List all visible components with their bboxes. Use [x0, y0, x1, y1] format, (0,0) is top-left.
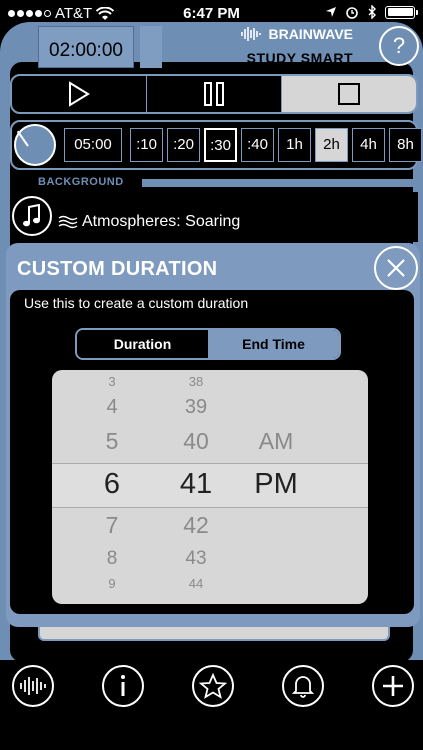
picker-value: AM: [258, 428, 294, 454]
header-spacer: [140, 26, 162, 68]
duration-option[interactable]: :40: [241, 128, 274, 162]
location-icon: [326, 7, 336, 17]
background-label: BACKGROUND: [38, 176, 124, 188]
picker-value-selected: 6: [103, 468, 121, 500]
background-track-label: Atmospheres: Soaring: [82, 213, 241, 230]
duration-option[interactable]: 4h: [352, 128, 385, 162]
status-icons: [325, 5, 418, 19]
transport-controls: [10, 74, 418, 114]
stop-icon: [338, 83, 360, 105]
waveform-logo-icon: [241, 27, 262, 41]
current-duration[interactable]: 05:00: [64, 128, 122, 162]
picker-value-selected: 41: [179, 468, 213, 500]
duration-option[interactable]: 8h: [389, 128, 422, 162]
battery-icon: [385, 5, 418, 19]
picker-value: 9: [108, 576, 116, 591]
picker-value: 5: [105, 428, 119, 454]
picker-value: 39: [184, 396, 208, 418]
background-bar: [142, 179, 418, 187]
alarm-icon: [346, 7, 358, 19]
mode-segmented-control: Duration End Time: [75, 328, 341, 360]
custom-duration-dial-icon[interactable]: [14, 124, 56, 166]
timer-display: 02:00:00: [49, 40, 123, 61]
picker-value: 44: [188, 576, 204, 591]
picker-value: 38: [188, 374, 204, 389]
picker-value: 3: [108, 374, 116, 389]
picker-value: 7: [105, 512, 119, 538]
waveform-icon[interactable]: [12, 665, 54, 707]
picker-value: 40: [183, 428, 209, 454]
pause-icon: [204, 82, 224, 106]
help-button[interactable]: ?: [379, 26, 419, 66]
picker-value: 4: [106, 396, 118, 418]
brand-subtitle: STUDY SMART: [246, 50, 353, 66]
star-icon[interactable]: [192, 665, 234, 707]
underlying-panel-edge: [38, 627, 390, 641]
pause-button[interactable]: [147, 76, 282, 112]
stop-button[interactable]: [282, 76, 416, 112]
music-note-icon[interactable]: [12, 196, 52, 236]
duration-option-selected[interactable]: :30: [204, 128, 237, 162]
bluetooth-icon: [368, 5, 376, 19]
background-track[interactable]: Atmospheres: Soaring: [58, 213, 240, 231]
tab-duration[interactable]: Duration: [77, 330, 208, 358]
picker-value: 42: [183, 512, 209, 538]
close-button[interactable]: [374, 246, 418, 290]
info-icon[interactable]: [102, 665, 144, 707]
play-icon: [69, 81, 90, 107]
time-picker[interactable]: 3 4 5 6 7 8 9 38 39 40 41 42 43 44 AM PM: [52, 370, 368, 604]
duration-option[interactable]: :10: [130, 128, 163, 162]
picker-value-selected: PM: [254, 468, 298, 500]
picker-value: 8: [106, 548, 118, 569]
duration-option[interactable]: :20: [167, 128, 200, 162]
duration-option[interactable]: 2h: [315, 128, 348, 162]
picker-value: 43: [185, 548, 207, 569]
wave-icon: [58, 215, 78, 229]
modal-description: Use this to create a custom duration: [24, 295, 249, 311]
plus-icon[interactable]: [372, 665, 414, 707]
duration-option[interactable]: 1h: [278, 128, 311, 162]
close-icon: [387, 259, 405, 277]
brand-logo: BRAINWAVE: [240, 26, 353, 42]
bell-icon[interactable]: [282, 665, 324, 707]
play-button[interactable]: [12, 76, 147, 112]
duration-options: :10 :20 :30 :40 1h 2h 4h 8h: [130, 128, 422, 162]
modal-title: CUSTOM DURATION: [17, 258, 218, 280]
tab-end-time[interactable]: End Time: [208, 330, 339, 358]
brand-name: BRAINWAVE: [268, 26, 353, 42]
